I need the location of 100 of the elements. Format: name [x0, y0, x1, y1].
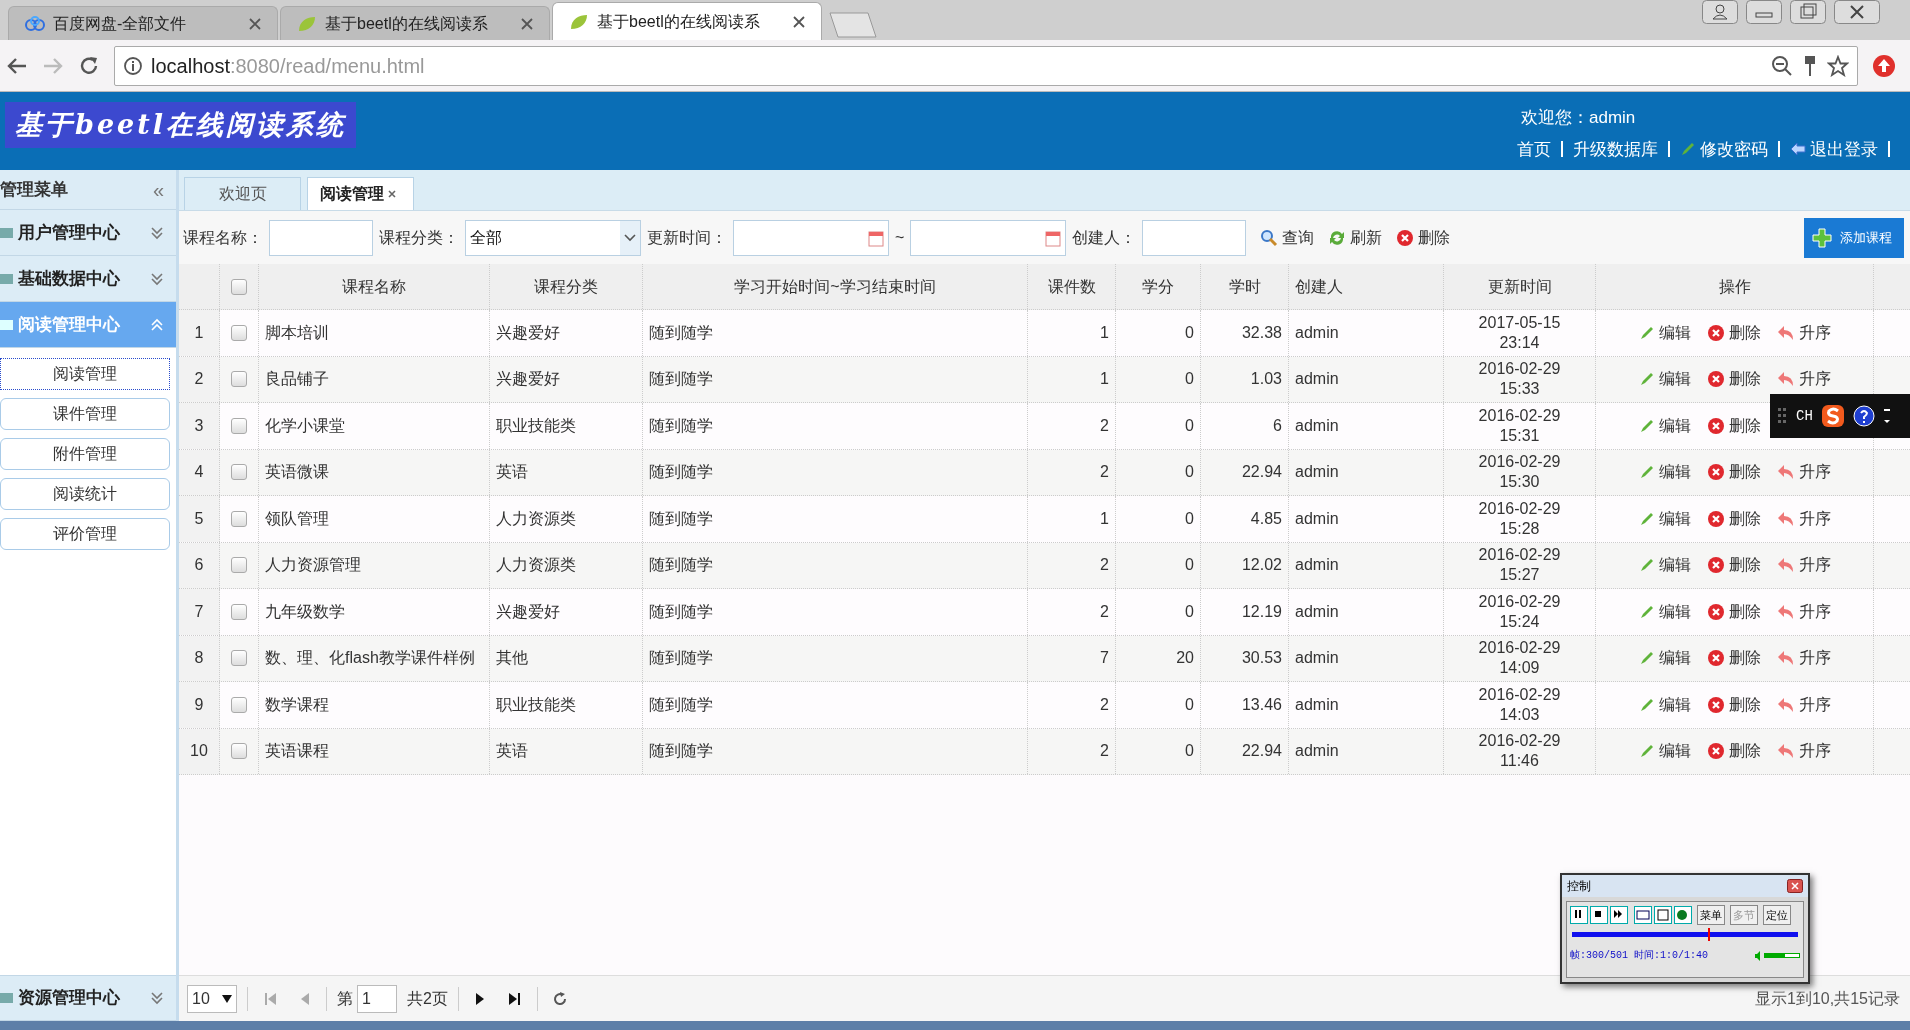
move-up-link[interactable]: 升序 [1776, 553, 1831, 578]
submenu-item[interactable]: 评价管理 [0, 518, 170, 550]
last-page-icon[interactable] [506, 991, 521, 1006]
move-up-link[interactable]: 升序 [1776, 320, 1831, 345]
checkbox[interactable] [231, 324, 247, 341]
sidebar-group[interactable]: 资源管理中心 [0, 975, 176, 1021]
close-icon[interactable] [521, 17, 533, 30]
move-up-link[interactable]: 升序 [1776, 739, 1831, 764]
checkbox[interactable] [231, 650, 247, 667]
add-course-button[interactable]: 添加课程 [1804, 217, 1904, 258]
checkbox[interactable] [231, 557, 247, 574]
edit-link[interactable]: 编辑 [1638, 646, 1691, 671]
edit-link[interactable]: 编辑 [1638, 413, 1691, 438]
edit-link[interactable]: 编辑 [1638, 739, 1691, 764]
control-button[interactable]: 定位 [1763, 905, 1791, 925]
browser-tab[interactable]: 百度网盘-全部文件 [8, 6, 278, 40]
refresh-icon[interactable] [551, 990, 568, 1007]
pause-button[interactable] [1570, 906, 1588, 924]
name-field[interactable] [269, 219, 373, 256]
cursor-button[interactable] [1674, 906, 1692, 924]
edit-link[interactable]: 编辑 [1638, 599, 1691, 624]
minimize-button[interactable] [1746, 0, 1782, 24]
star-icon[interactable] [1827, 54, 1849, 77]
checkbox[interactable] [231, 696, 247, 713]
submenu-item[interactable]: 附件管理 [0, 438, 170, 470]
delete-link[interactable]: 删除 [1706, 646, 1761, 671]
sidebar-group[interactable]: 用户管理中心 [0, 210, 176, 256]
edit-link[interactable]: 编辑 [1638, 553, 1691, 578]
page-size-select[interactable]: 10 [187, 984, 237, 1013]
address-bar[interactable]: localhost:8080/read/menu.html [114, 45, 1858, 86]
delete-link[interactable]: 删除 [1706, 460, 1761, 485]
checkbox[interactable] [231, 417, 247, 434]
delete-link[interactable]: 删除 [1706, 692, 1761, 717]
header-link[interactable]: 退出登录 [1780, 136, 1888, 162]
browser-tab[interactable]: 基于beetl的在线阅读系 [552, 2, 822, 40]
edit-link[interactable]: 编辑 [1638, 692, 1691, 717]
browser-tab[interactable]: 基于beetl的在线阅读系 [280, 6, 550, 40]
checkbox[interactable] [231, 510, 247, 527]
help-icon[interactable] [1852, 405, 1875, 427]
move-up-link[interactable]: 升序 [1776, 367, 1831, 392]
stop-button[interactable] [1590, 906, 1608, 924]
delete-link[interactable]: 删除 [1706, 320, 1761, 345]
volume-track[interactable] [1764, 953, 1800, 958]
control-button[interactable]: 菜单 [1697, 905, 1725, 925]
move-up-link[interactable]: 升序 [1776, 506, 1831, 531]
fit-window-button[interactable] [1634, 906, 1652, 924]
close-icon[interactable] [388, 190, 396, 198]
brand-s-icon[interactable] [1820, 404, 1845, 428]
fullscreen-button[interactable] [1654, 906, 1672, 924]
reload-icon[interactable] [78, 54, 100, 77]
content-tab[interactable]: 阅读管理 [307, 177, 414, 210]
checkbox[interactable] [231, 743, 247, 760]
previous-page-icon[interactable] [300, 991, 310, 1006]
delete-link[interactable]: 删除 [1706, 599, 1761, 624]
progress-marker[interactable] [1707, 928, 1710, 941]
collapse-button[interactable]: « [152, 174, 164, 205]
content-tab[interactable]: 欢迎页 [184, 177, 301, 210]
first-page-icon[interactable] [264, 991, 278, 1006]
delete-button[interactable]: 删除 [1396, 225, 1451, 250]
checkbox[interactable] [231, 278, 247, 295]
delete-link[interactable]: 删除 [1706, 413, 1761, 438]
date-field[interactable] [910, 219, 1067, 256]
edit-link[interactable]: 编辑 [1638, 506, 1691, 531]
close-button[interactable] [1787, 879, 1803, 893]
header-link[interactable]: 升级数据库 [1563, 136, 1668, 162]
edit-link[interactable]: 编辑 [1638, 320, 1691, 345]
creator-field[interactable] [1142, 219, 1247, 256]
edit-link[interactable]: 编辑 [1638, 367, 1691, 392]
checkbox[interactable] [231, 603, 247, 620]
category-select[interactable]: 全部 [465, 219, 641, 256]
close-icon[interactable] [249, 17, 261, 30]
sidebar-group[interactable]: 基础数据中心 [0, 256, 176, 302]
submenu-item[interactable]: 阅读统计 [0, 478, 170, 510]
delete-link[interactable]: 删除 [1706, 553, 1761, 578]
zoom-out-icon[interactable] [1771, 54, 1793, 77]
header-link[interactable]: 修改密码 [1670, 136, 1778, 162]
submenu-item[interactable]: 阅读管理 [0, 358, 170, 390]
back-icon[interactable] [6, 55, 28, 76]
user-icon[interactable] [1702, 0, 1738, 24]
edit-link[interactable]: 编辑 [1638, 460, 1691, 485]
delete-link[interactable]: 删除 [1706, 739, 1761, 764]
maximize-button[interactable] [1790, 0, 1826, 24]
close-button[interactable] [1834, 0, 1880, 24]
close-icon[interactable] [793, 15, 805, 28]
checkbox[interactable] [231, 371, 247, 388]
search-button[interactable]: 查询 [1260, 225, 1315, 250]
upload-icon[interactable] [1872, 53, 1896, 78]
menu-icon[interactable] [1882, 406, 1891, 426]
checkbox[interactable] [231, 464, 247, 481]
move-up-link[interactable]: 升序 [1776, 646, 1831, 671]
page-field[interactable]: 1 [357, 984, 397, 1013]
move-up-link[interactable]: 升序 [1776, 460, 1831, 485]
header-link[interactable]: 首页 [1507, 136, 1561, 162]
refresh-button[interactable]: 刷新 [1328, 225, 1383, 250]
next-page-icon[interactable] [474, 991, 485, 1006]
date-field[interactable] [733, 219, 889, 256]
fast-forward-button[interactable] [1610, 906, 1628, 924]
delete-link[interactable]: 删除 [1706, 367, 1761, 392]
input-method-bar[interactable]: CH [1770, 394, 1910, 438]
delete-link[interactable]: 删除 [1706, 506, 1761, 531]
